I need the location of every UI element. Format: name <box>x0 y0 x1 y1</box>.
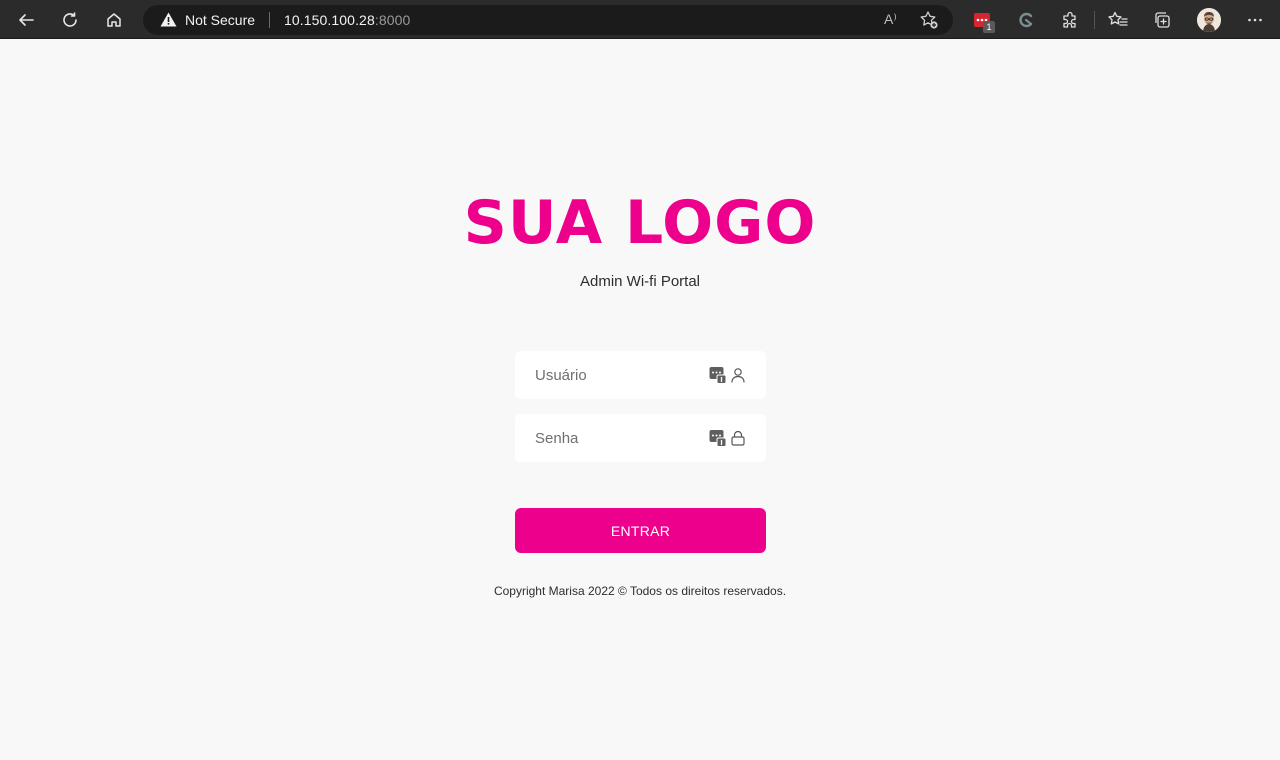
url-port: :8000 <box>374 12 411 28</box>
address-divider <box>269 12 270 28</box>
grammar-extension-icon[interactable] <box>1011 5 1041 35</box>
copyright-text: Copyright Marisa 2022 © Todos os direito… <box>493 584 787 598</box>
url-host: 10.150.100.28 <box>284 12 375 28</box>
more-icon[interactable] <box>1240 5 1270 35</box>
warning-icon <box>160 12 177 27</box>
extension-badge: 1 <box>983 21 995 33</box>
add-favorite-icon[interactable] <box>919 10 939 30</box>
refresh-icon[interactable] <box>55 5 85 35</box>
user-icon <box>731 368 745 383</box>
toolbar-divider <box>1094 11 1095 29</box>
profile-avatar[interactable] <box>1197 8 1221 32</box>
home-icon[interactable] <box>99 5 129 35</box>
portal-subtitle: Admin Wi-fi Portal <box>579 273 701 290</box>
password-input[interactable] <box>515 414 700 462</box>
back-icon[interactable] <box>11 5 41 35</box>
username-field[interactable] <box>515 351 766 399</box>
favorites-icon[interactable] <box>1103 5 1133 35</box>
browser-toolbar: Not Secure 10.150.100.28:8000 A⁾ 1 <box>0 0 1280 39</box>
login-button[interactable]: ENTRAR <box>515 508 766 553</box>
collections-icon[interactable] <box>1147 5 1177 35</box>
lock-icon <box>731 430 745 446</box>
username-input[interactable] <box>515 351 700 399</box>
password-field[interactable] <box>515 414 766 462</box>
extensions-icon[interactable] <box>1055 5 1085 35</box>
password-manager-icon[interactable] <box>709 429 727 447</box>
address-bar[interactable]: Not Secure 10.150.100.28:8000 A⁾ <box>143 5 953 35</box>
read-aloud-icon[interactable]: A⁾ <box>884 11 897 28</box>
password-manager-icon[interactable] <box>709 366 727 384</box>
url-text[interactable]: 10.150.100.28:8000 <box>284 12 410 28</box>
logo: SUA LOGO <box>463 188 817 258</box>
security-label[interactable]: Not Secure <box>185 12 255 28</box>
